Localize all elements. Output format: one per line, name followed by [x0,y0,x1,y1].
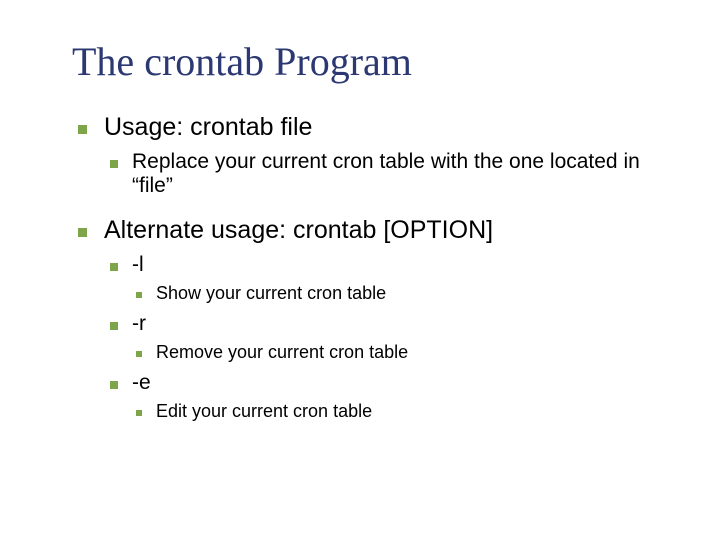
list-item: Replace your current cron table with the… [104,150,670,198]
bullet-list: Usage: crontab file Replace your current… [72,113,670,422]
sub-list: Remove your current cron table [132,342,670,363]
square-bullet-icon [136,351,142,357]
square-bullet-icon [136,410,142,416]
option-flag: -r [132,312,146,335]
square-bullet-icon [110,263,118,271]
square-bullet-icon [136,292,142,298]
sub-list: -l Show your current cron table -r [104,253,670,422]
square-bullet-icon [78,228,87,237]
list-item: -e Edit your current cron table [104,371,670,422]
sub-list: Replace your current cron table with the… [104,150,670,198]
sub-list: Edit your current cron table [132,401,670,422]
list-item: Edit your current cron table [132,401,670,422]
sub-list: Show your current cron table [132,283,670,304]
option-description: Edit your current cron table [156,401,372,421]
list-item: Usage: crontab file Replace your current… [72,113,670,198]
square-bullet-icon [110,381,118,389]
option-flag: -l [132,253,144,276]
option-description: Show your current cron table [156,283,386,303]
list-item-text: Usage: crontab file [104,113,312,141]
list-item-text: Alternate usage: crontab [OPTION] [104,216,493,244]
slide: The crontab Program Usage: crontab file … [0,0,720,540]
option-description: Remove your current cron table [156,342,408,362]
slide-title: The crontab Program [72,38,670,85]
square-bullet-icon [110,322,118,330]
list-item: Alternate usage: crontab [OPTION] -l Sho… [72,216,670,422]
list-item: Remove your current cron table [132,342,670,363]
list-item: -r Remove your current cron table [104,312,670,363]
option-flag: -e [132,371,151,394]
square-bullet-icon [110,160,118,168]
square-bullet-icon [78,125,87,134]
list-item: -l Show your current cron table [104,253,670,304]
list-item-text: Replace your current cron table with the… [132,150,640,197]
list-item: Show your current cron table [132,283,670,304]
